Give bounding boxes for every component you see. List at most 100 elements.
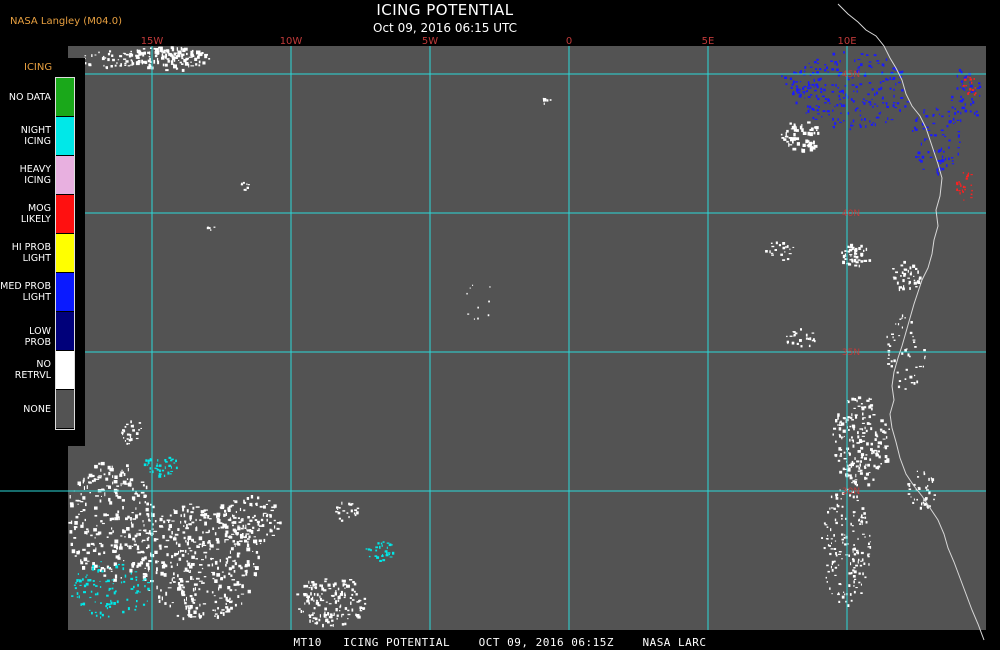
legend-title: ICING	[24, 62, 53, 73]
cloud-pixel	[231, 579, 235, 581]
cloud-pixel	[807, 337, 810, 340]
cloud-pixel	[315, 601, 320, 605]
cloud-pixel	[216, 515, 218, 519]
cloud-pixel	[227, 536, 231, 538]
cloud-pixel	[126, 598, 129, 601]
cloud-pixel	[332, 583, 336, 585]
cloud-pixel	[342, 579, 346, 583]
cloud-pixel	[198, 60, 201, 64]
cloud-pixel	[916, 380, 919, 384]
cloud-pixel	[328, 603, 332, 605]
cloud-pixel	[816, 71, 819, 74]
cloud-pixel	[135, 605, 137, 608]
cloud-pixel	[170, 470, 173, 472]
cloud-pixel	[255, 502, 258, 506]
cloud-pixel	[829, 102, 831, 104]
cloud-pixel	[189, 519, 192, 521]
cloud-pixel	[241, 602, 243, 605]
cloud-pixel	[971, 89, 975, 92]
cloud-pixel	[112, 481, 114, 485]
cloud-pixel	[831, 568, 834, 572]
cloud-pixel	[119, 55, 123, 58]
cloud-pixel	[969, 77, 972, 79]
cloud-pixel	[873, 449, 877, 452]
cloud-pixel	[826, 581, 828, 583]
cloud-pixel	[170, 466, 172, 469]
cloud-pixel	[108, 532, 113, 535]
cloud-pixel	[327, 583, 331, 587]
cloud-pixel	[549, 99, 552, 101]
cloud-pixel	[83, 486, 85, 490]
cloud-pixel	[850, 254, 852, 257]
cloud-pixel	[856, 549, 859, 552]
cloud-pixel	[863, 259, 868, 262]
cloud-pixel	[124, 543, 128, 546]
cloud-pixel	[138, 422, 142, 424]
cloud-pixel	[224, 539, 229, 541]
cloud-pixel	[173, 572, 175, 576]
cloud-pixel	[850, 98, 853, 101]
cloud-pixel	[353, 590, 356, 593]
cloud-pixel	[860, 583, 862, 586]
cloud-pixel	[966, 174, 969, 177]
cloud-pixel	[214, 532, 217, 536]
cloud-pixel	[190, 511, 194, 514]
cloud-pixel	[913, 498, 915, 501]
cloud-pixel	[99, 542, 102, 545]
cloud-pixel	[808, 109, 810, 111]
cloud-pixel	[147, 464, 149, 466]
cloud-pixel	[857, 537, 859, 540]
cloud-pixel	[927, 151, 930, 154]
cloud-pixel	[933, 494, 936, 496]
cloud-pixel	[166, 51, 168, 54]
cloud-pixel	[469, 287, 471, 289]
cloud-pixel	[114, 574, 118, 579]
cloud-pixel	[814, 118, 818, 120]
cloud-pixel	[838, 95, 840, 97]
cloud-pixel	[880, 111, 882, 113]
cloud-pixel	[141, 558, 144, 560]
cloud-pixel	[896, 371, 899, 374]
cloud-pixel	[130, 59, 133, 62]
cloud-pixel	[545, 98, 547, 100]
cloud-pixel	[136, 532, 138, 537]
cloud-pixel	[241, 182, 243, 186]
cloud-pixel	[884, 455, 888, 459]
cloud-pixel	[130, 572, 132, 575]
cloud-pixel	[127, 607, 130, 611]
cloud-pixel	[240, 519, 244, 522]
cloud-pixel	[121, 499, 125, 502]
cloud-pixel	[214, 613, 218, 615]
cloud-pixel	[165, 461, 168, 463]
cloud-pixel	[86, 531, 88, 535]
cloud-pixel	[104, 57, 107, 59]
cloud-pixel	[892, 336, 894, 339]
cloud-pixel	[73, 584, 76, 586]
cloud-pixel	[351, 588, 354, 592]
cloud-pixel	[226, 559, 229, 562]
cloud-pixel	[329, 624, 333, 627]
cloud-pixel	[76, 596, 79, 598]
cloud-pixel	[838, 551, 842, 553]
cloud-pixel	[95, 614, 98, 617]
cloud-pixel	[849, 259, 853, 261]
cloud-pixel	[914, 374, 916, 377]
cloud-pixel	[842, 467, 845, 471]
cloud-pixel	[310, 585, 312, 587]
cloud-pixel	[106, 607, 109, 610]
cloud-pixel	[119, 546, 123, 550]
cloud-pixel	[173, 510, 178, 514]
cloud-pixel	[835, 554, 838, 557]
cloud-pixel	[90, 64, 92, 67]
cloud-pixel	[839, 470, 843, 474]
cloud-pixel	[771, 245, 775, 248]
cloud-pixel	[122, 52, 126, 54]
cloud-pixel	[206, 590, 209, 593]
cloud-pixel	[191, 521, 195, 524]
cloud-pixel	[472, 284, 474, 286]
cloud-pixel	[316, 621, 319, 624]
cloud-pixel	[917, 476, 920, 478]
cloud-pixel	[98, 475, 102, 477]
cloud-pixel	[193, 610, 197, 614]
cloud-pixel	[189, 570, 191, 572]
